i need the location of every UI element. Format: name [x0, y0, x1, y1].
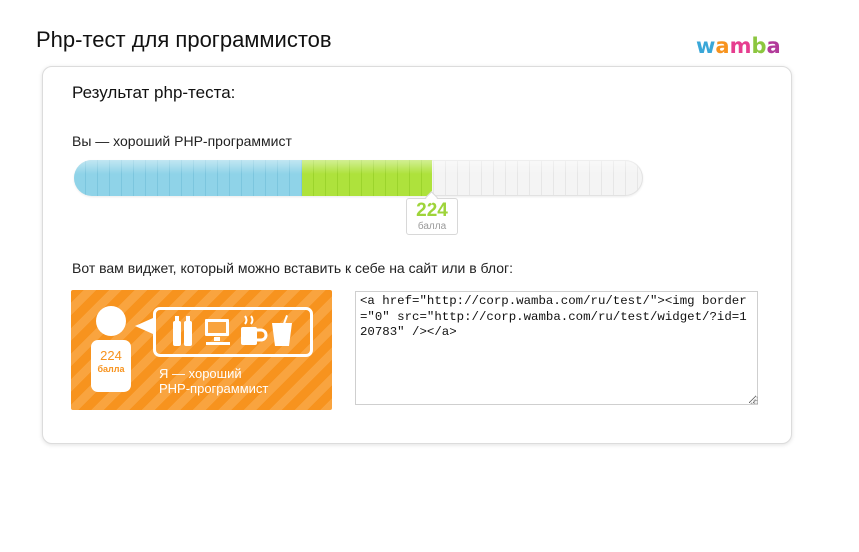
- progress-gloss: [74, 160, 643, 174]
- widget-caption: Вот вам виджет, который можно вставить к…: [72, 260, 514, 276]
- bottles-icon: [173, 316, 192, 346]
- speech-bubble: [153, 307, 313, 357]
- embed-code-textarea[interactable]: <a href="http://corp.wamba.com/ru/test/"…: [355, 291, 758, 405]
- badge-text: Я — хороший PHP-программист: [159, 366, 268, 396]
- person-head-icon: [96, 306, 126, 336]
- logo-letter: a: [766, 34, 781, 58]
- logo-letter: a: [715, 34, 730, 58]
- logo-letter: b: [751, 34, 767, 58]
- badge-text-line1: Я — хороший: [159, 366, 242, 381]
- score-unit: балла: [417, 221, 447, 232]
- computer-icon: [205, 319, 230, 345]
- score-progress-bar: [74, 160, 643, 196]
- badge-text-line2: PHP-программист: [159, 381, 269, 396]
- badge-score: 224: [100, 348, 122, 363]
- bubble-tail: [135, 318, 153, 334]
- score-value: 224: [416, 200, 448, 221]
- verdict-text: Вы — хороший PHP-программист: [72, 133, 292, 149]
- person-body: 224 балла: [91, 340, 131, 392]
- drink-glass-icon: [272, 315, 292, 346]
- result-card: Результат php-теста: Вы — хороший PHP-пр…: [42, 66, 792, 444]
- badge-score-unit: балла: [97, 364, 125, 374]
- page-title: Php-тест для программистов: [36, 27, 332, 52]
- result-heading: Результат php-теста:: [72, 83, 236, 102]
- logo-letter: m: [729, 34, 752, 58]
- coffee-cup-icon: [241, 315, 268, 345]
- logo-letter: w: [696, 34, 716, 58]
- score-box: 224 балла: [406, 191, 458, 235]
- wamba-logo[interactable]: wamba: [696, 34, 781, 58]
- widget-badge[interactable]: 224 балла Я — хороший PHP-программист: [71, 290, 332, 410]
